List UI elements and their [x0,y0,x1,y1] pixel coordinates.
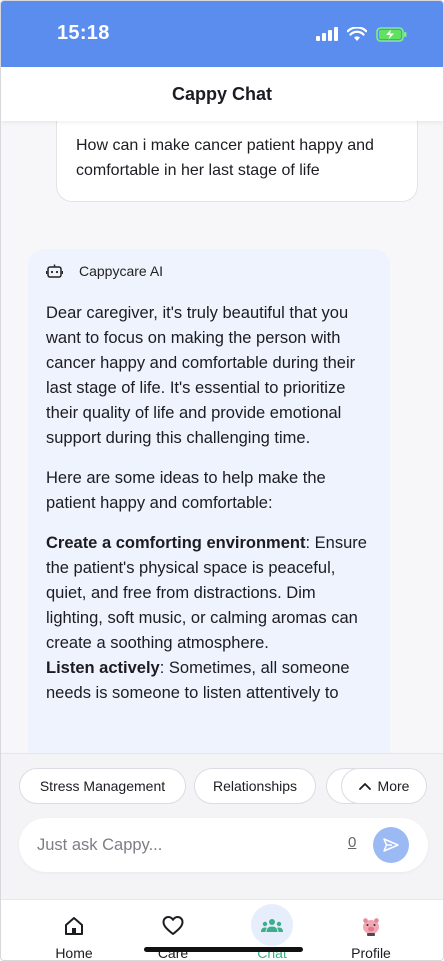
chevron-up-icon [358,783,371,790]
nav-item-profile[interactable]: Profile [326,900,416,961]
ai-sender-name: Cappycare AI [79,263,164,279]
more-label: More [377,778,410,794]
piggy-avatar-icon [363,918,379,936]
ai-paragraph: Dear caregiver, it's truly beautiful tha… [46,304,356,447]
send-button[interactable] [373,827,409,863]
home-indicator [144,947,303,952]
message-input-container: 0 [19,818,428,872]
user-message-bubble: How can i make cancer patient happy and … [56,121,418,202]
wifi-icon [347,26,367,41]
group-icon [261,919,283,932]
more-suggestions-button[interactable]: More [341,768,427,804]
ai-message-text: Dear caregiver, it's truly beautiful tha… [46,301,372,706]
nav-label-home: Home [55,945,93,961]
composer-panel: Stress Management Relationships More 0 [1,753,443,899]
app-screen: 15:18 Cappy Chat How can i make cancer p… [0,0,444,961]
ai-tip: Create a comforting environment: Ensure … [46,531,372,656]
suggestion-chip-relationships[interactable]: Relationships [194,768,316,804]
ai-message-header: Cappycare AI [46,263,372,279]
character-count: 0 [348,834,357,851]
home-icon [65,917,83,935]
heart-icon [162,916,184,935]
ai-tip-heading: Create a comforting environment [46,534,306,552]
ai-tip-heading: Listen actively [46,659,160,677]
robot-icon [46,264,63,278]
status-time: 15:18 [57,22,110,44]
page-title: Cappy Chat [171,83,272,104]
app-header: Cappy Chat [1,67,443,121]
send-icon [383,838,399,852]
user-message-text: How can i make cancer patient happy and … [76,137,374,179]
suggestion-chip-stress-management[interactable]: Stress Management [19,768,186,804]
status-bar: 15:18 [1,1,443,67]
cellular-signal-icon [316,27,338,41]
ai-tip: Listen actively: Sometimes, all someone … [46,656,372,706]
nav-label-profile: Profile [351,945,391,961]
nav-item-home[interactable]: Home [29,900,119,961]
ai-message-bubble: Cappycare AI Dear caregiver, it's truly … [28,249,390,753]
status-icons [316,23,407,45]
battery-charging-icon [376,26,407,42]
chat-scroll-area[interactable]: How can i make cancer patient happy and … [1,121,443,753]
message-input[interactable] [37,833,337,857]
ai-paragraph: Here are some ideas to help make the pat… [46,469,326,512]
